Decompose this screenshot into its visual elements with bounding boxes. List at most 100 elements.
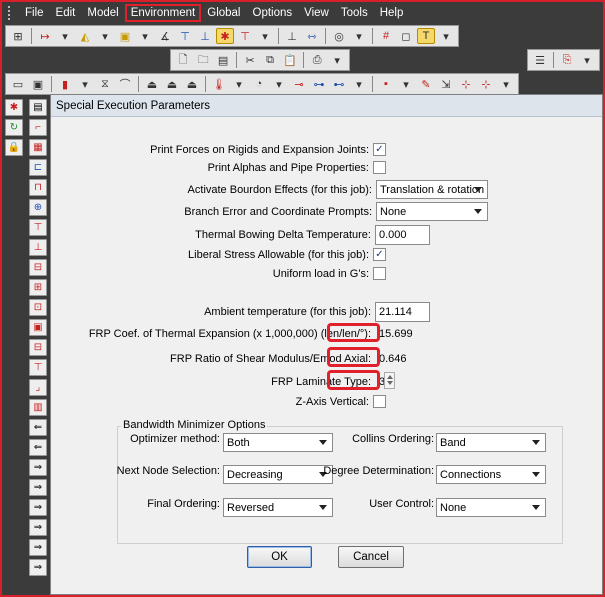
temperature-icon[interactable]: 🌡 xyxy=(210,76,228,92)
ok-button[interactable]: OK xyxy=(247,546,312,568)
uniform-load-icon[interactable]: ⊟ xyxy=(29,339,47,356)
wind-load-icon[interactable]: ⊤ xyxy=(29,359,47,376)
wave-icon[interactable]: ⊶ xyxy=(310,76,328,92)
offset-icon[interactable]: ▥ xyxy=(29,399,47,416)
dropdown-arrow-icon[interactable]: ▾ xyxy=(136,28,154,44)
arrow-right-icon[interactable]: ⇒ xyxy=(29,479,47,496)
window-icon[interactable]: ▭ xyxy=(9,76,27,92)
menu-file[interactable]: File xyxy=(19,4,50,22)
element-list-icon[interactable]: ▤ xyxy=(29,99,47,116)
dropdown-arrow-icon[interactable]: ▾ xyxy=(76,76,94,92)
dropdown-arrow-icon[interactable]: ▾ xyxy=(328,52,346,68)
paste-icon[interactable]: 📋 xyxy=(281,52,299,68)
optimizer-method-select[interactable]: Both xyxy=(223,433,333,452)
binoculars-icon[interactable]: ◎ xyxy=(330,28,348,44)
expansion-icon[interactable]: ⊏ xyxy=(29,159,47,176)
dimension-icon[interactable]: ↦ xyxy=(36,28,54,44)
flange-element-icon[interactable]: ⊤ xyxy=(29,219,47,236)
layer-icon[interactable]: ◭ xyxy=(76,28,94,44)
spin-up-icon[interactable] xyxy=(386,375,393,379)
dropdown-arrow-icon[interactable]: ▾ xyxy=(437,28,455,44)
dropdown-arrow-icon[interactable]: ▾ xyxy=(56,28,74,44)
arrow-right-icon[interactable]: ⇒ xyxy=(29,499,47,516)
dropdown-arrow-icon[interactable]: ▾ xyxy=(578,52,596,68)
valve-icon[interactable]: ⧖ xyxy=(96,76,114,92)
code-icon[interactable]: ▪ xyxy=(377,76,395,92)
dropdown-arrow-icon[interactable]: ▾ xyxy=(230,76,248,92)
box-icon[interactable]: ◻ xyxy=(397,28,415,44)
degree-determination-select[interactable]: Connections xyxy=(436,465,546,484)
arrow-right-icon[interactable]: ⇒ xyxy=(29,559,47,576)
dropdown-arrow-icon[interactable]: ▾ xyxy=(350,76,368,92)
measure-icon[interactable]: ⇲ xyxy=(437,76,455,92)
z-axis-checkbox[interactable] xyxy=(373,395,386,408)
thermal-bowing-input[interactable]: 0.000 xyxy=(375,225,430,245)
wind-icon[interactable]: ⊸ xyxy=(290,76,308,92)
nozzle-icon[interactable]: ⏏ xyxy=(183,76,201,92)
weight-icon[interactable]: ⏏ xyxy=(143,76,161,92)
refresh-icon[interactable]: ↻ xyxy=(5,119,23,136)
menu-model[interactable]: Model xyxy=(81,4,124,22)
frp-ratio-input[interactable]: 0.646 xyxy=(375,349,430,369)
dropdown-arrow-icon[interactable]: ▾ xyxy=(497,76,515,92)
menu-global[interactable]: Global xyxy=(201,4,246,22)
arrow-left-icon[interactable]: ⇐ xyxy=(29,439,47,456)
angle-icon[interactable]: ∡ xyxy=(156,28,174,44)
element-icon[interactable]: ⇿ xyxy=(303,28,321,44)
uniform-load-checkbox[interactable] xyxy=(373,267,386,280)
new-file-icon[interactable]: 🗋 xyxy=(174,52,192,68)
marker-icon[interactable]: ✎ xyxy=(417,76,435,92)
node-icon[interactable]: ⊥ xyxy=(283,28,301,44)
open-folder-icon[interactable]: 🗀 xyxy=(194,52,212,68)
cut-icon[interactable]: ✂ xyxy=(241,52,259,68)
bourdon-select[interactable]: Translation & rotation xyxy=(376,180,488,199)
fluid-icon[interactable]: ⊷ xyxy=(330,76,348,92)
rigid-icon[interactable]: ▦ xyxy=(29,139,47,156)
print-alphas-checkbox[interactable] xyxy=(373,161,386,174)
monitor-icon[interactable]: ▣ xyxy=(116,28,134,44)
load-icon[interactable]: ⏏ xyxy=(163,76,181,92)
dropdown-arrow-icon[interactable]: ▾ xyxy=(270,76,288,92)
pipe-tee-icon[interactable]: T xyxy=(417,28,435,44)
tag-icon[interactable]: ⊹ xyxy=(477,76,495,92)
dropdown-arrow-icon[interactable]: ▾ xyxy=(397,76,415,92)
lock-icon[interactable]: 🔒 xyxy=(5,139,23,156)
menu-view[interactable]: View xyxy=(298,4,335,22)
collins-ordering-select[interactable]: Band xyxy=(436,433,546,452)
display-icon[interactable]: ▣ xyxy=(29,76,47,92)
report-icon[interactable]: ⎘ xyxy=(558,52,576,68)
dropdown-arrow-icon[interactable]: ▾ xyxy=(96,28,114,44)
liberal-stress-checkbox[interactable]: ✓ xyxy=(373,248,386,261)
user-control-select[interactable]: None xyxy=(436,498,546,517)
gauge-icon[interactable]: ◔ xyxy=(250,76,268,92)
dropdown-arrow-icon[interactable]: ▾ xyxy=(350,28,368,44)
arrow-right-icon[interactable]: ⇒ xyxy=(29,459,47,476)
list-icon[interactable]: ☰ xyxy=(531,52,549,68)
restraint-icon[interactable]: ⊥ xyxy=(196,28,214,44)
ambient-temp-input[interactable]: 21.114 xyxy=(375,302,430,322)
restraint-element-icon[interactable]: ⊥ xyxy=(29,239,47,256)
hash-icon[interactable]: # xyxy=(377,28,395,44)
menu-options[interactable]: Options xyxy=(247,4,299,22)
ruler-icon[interactable]: ⊹ xyxy=(457,76,475,92)
dropdown-arrow-icon[interactable]: ▾ xyxy=(256,28,274,44)
nozzle-element-icon[interactable]: ⊞ xyxy=(29,279,47,296)
force-icon[interactable]: ▣ xyxy=(29,319,47,336)
spin-down-icon[interactable] xyxy=(386,381,393,385)
bend-icon[interactable]: ⌒ xyxy=(116,76,134,92)
menu-tools[interactable]: Tools xyxy=(335,4,374,22)
arrow-right-icon[interactable]: ⇒ xyxy=(29,539,47,556)
bend-element-icon[interactable]: ⌐ xyxy=(29,119,47,136)
copy-icon[interactable]: ⧉ xyxy=(261,52,279,68)
arrow-right-icon[interactable]: ⇒ xyxy=(29,519,47,536)
cancel-button[interactable]: Cancel xyxy=(338,546,404,568)
hanger-element-icon[interactable]: ⊟ xyxy=(29,259,47,276)
menu-help[interactable]: Help xyxy=(374,4,410,22)
frp-laminate-spinner[interactable] xyxy=(384,372,395,389)
next-node-select[interactable]: Decreasing xyxy=(223,465,333,484)
dialog-title-bar[interactable]: Special Execution Parameters xyxy=(51,95,602,117)
frp-coef-input[interactable]: 15.699 xyxy=(375,324,430,344)
hanger-icon[interactable]: ⊤ xyxy=(236,28,254,44)
save-icon[interactable]: ▤ xyxy=(214,52,232,68)
asterisk-icon[interactable]: ✱ xyxy=(5,99,23,116)
